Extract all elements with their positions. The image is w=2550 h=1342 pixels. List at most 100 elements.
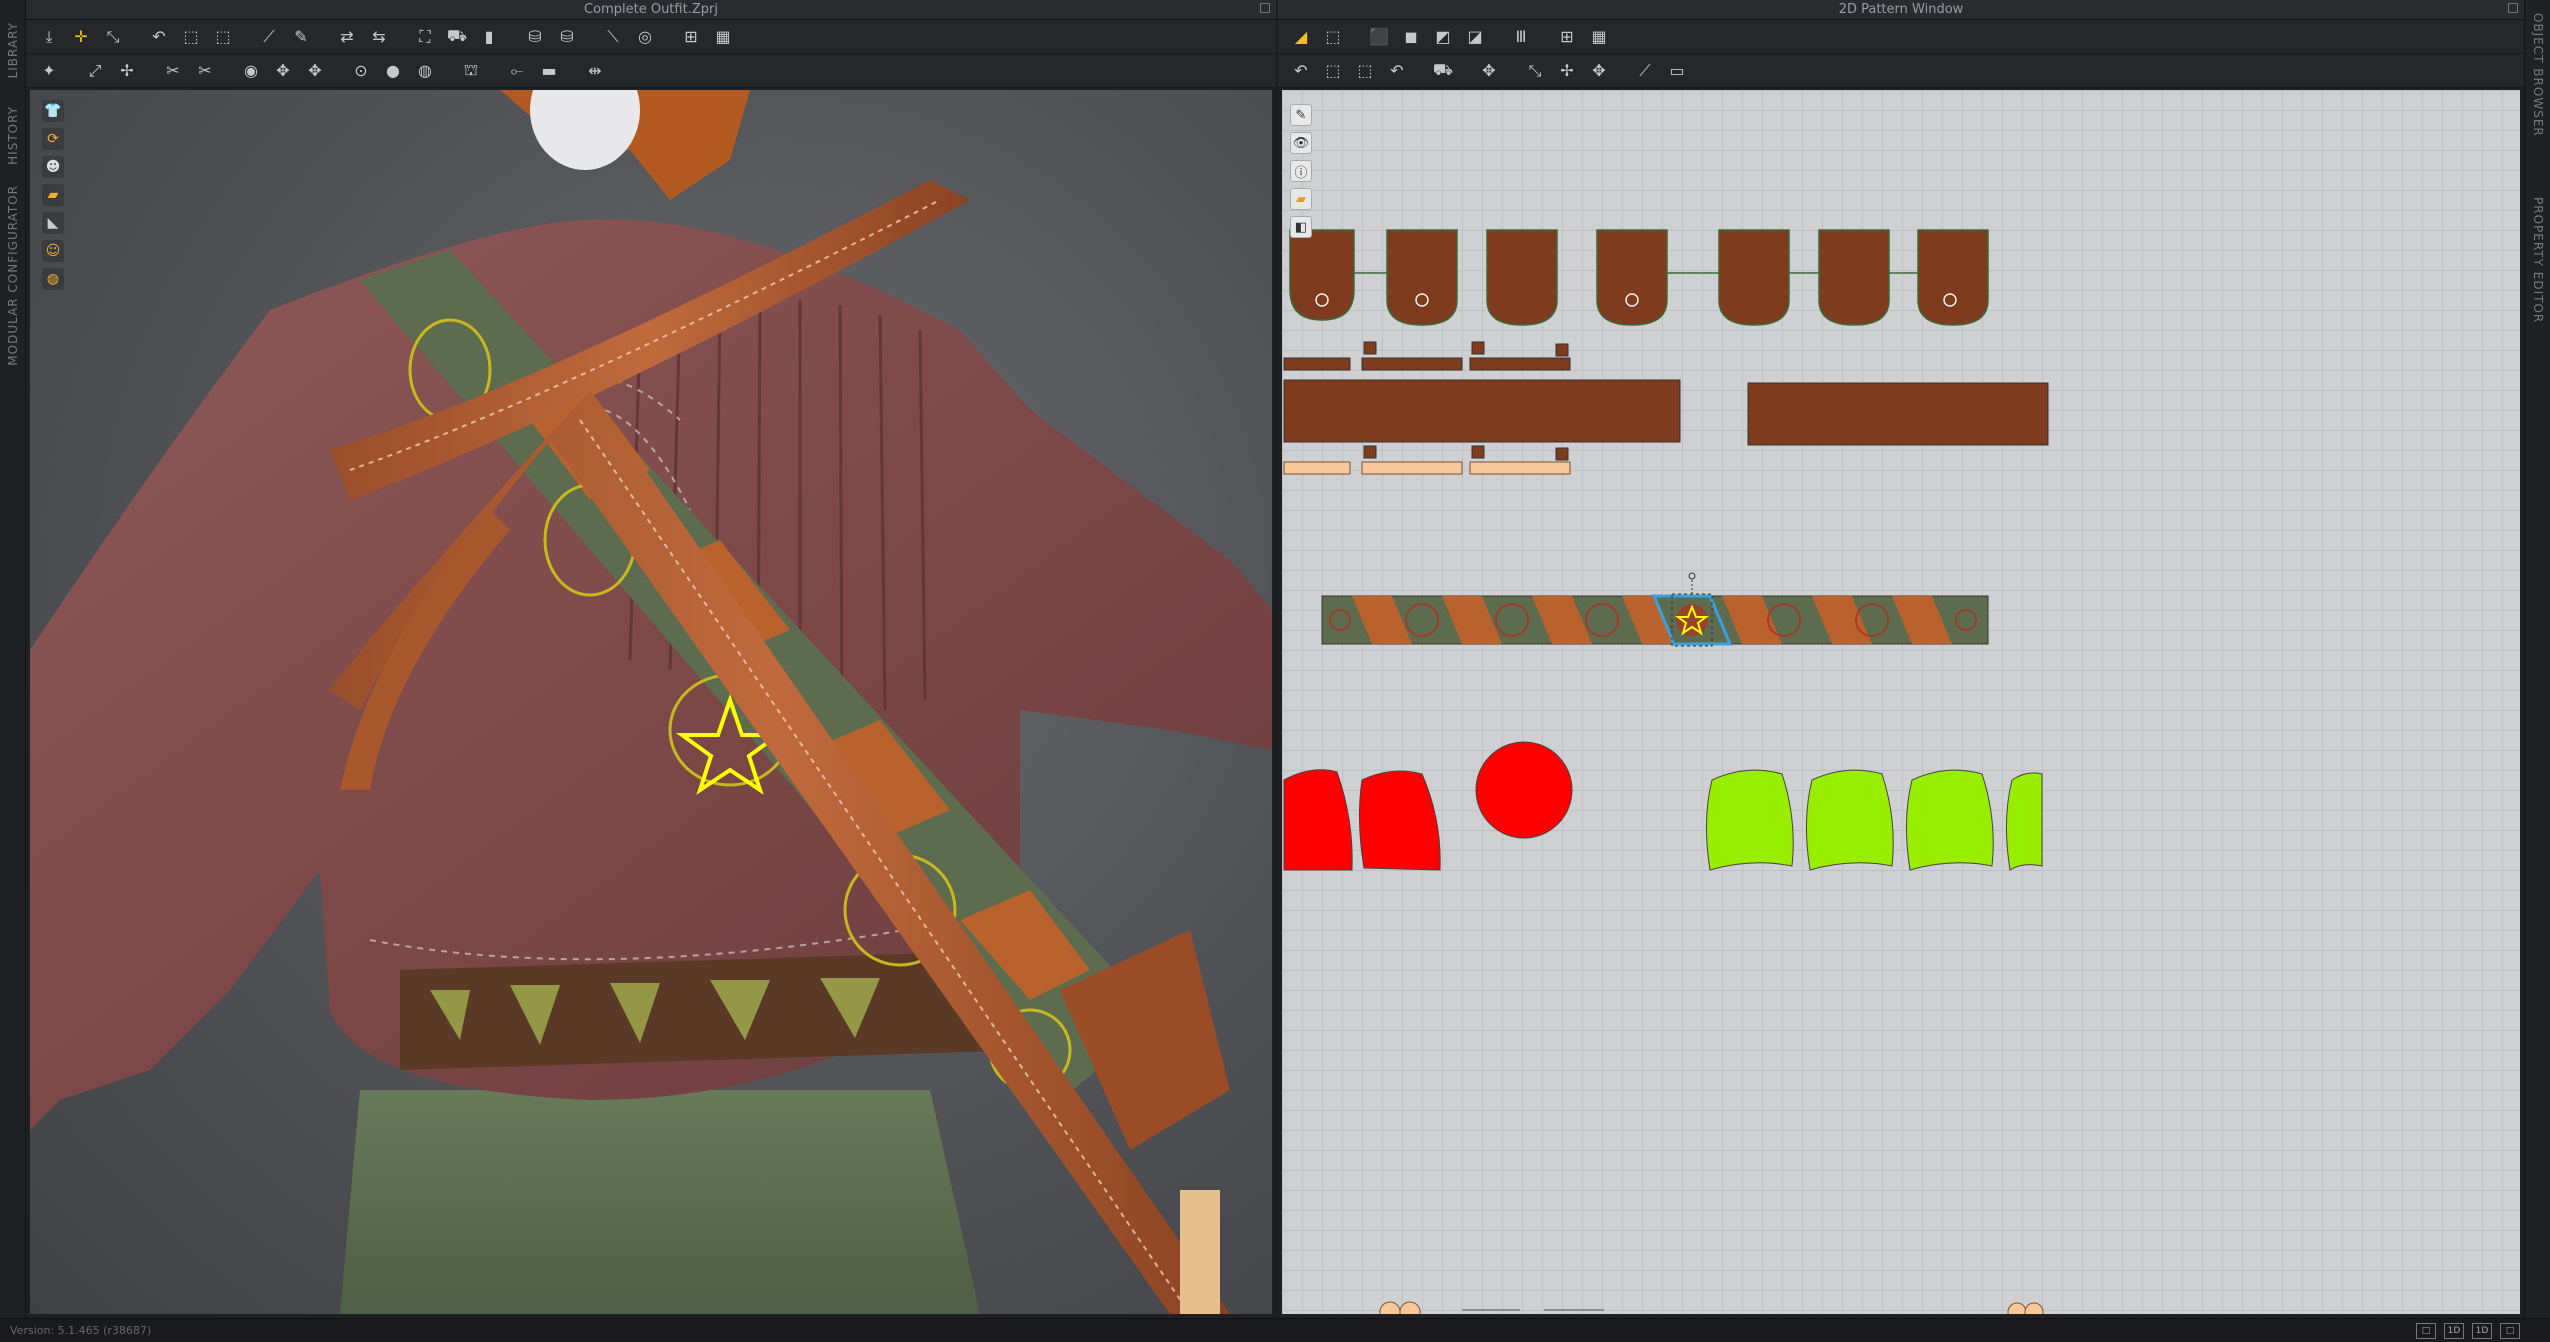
line-icon[interactable]: ⟋ bbox=[1632, 58, 1658, 84]
segment-sewing-icon[interactable]: ⟋ bbox=[256, 24, 282, 50]
avatar-measure-icon[interactable]: ⛶ bbox=[412, 24, 438, 50]
topstitch-icon[interactable]: ⊙ bbox=[348, 58, 374, 84]
select-mesh-icon[interactable]: ⤡ bbox=[100, 24, 126, 50]
avatar-icon[interactable]: ☻ bbox=[42, 156, 64, 178]
buttonhole-icon[interactable]: ✢ bbox=[1554, 58, 1580, 84]
maximize-icon[interactable] bbox=[1260, 3, 1270, 13]
skin-icon[interactable]: ☺ bbox=[42, 240, 64, 262]
window-layout-icon[interactable]: □ bbox=[2416, 1323, 2436, 1339]
2d-window-titlebar: 2D Pattern Window bbox=[1278, 0, 2524, 20]
toolbar-separator bbox=[664, 24, 672, 50]
pattern-pieces bbox=[1283, 229, 2049, 1314]
swatch-icon[interactable]: ▰ bbox=[1290, 188, 1312, 210]
eye-icon[interactable]: 👁 bbox=[1290, 132, 1312, 154]
edit-pattern-icon[interactable]: ⬚ bbox=[178, 24, 204, 50]
toolbar-separator bbox=[1462, 58, 1470, 84]
measure-icon[interactable]: ▭ bbox=[1664, 58, 1690, 84]
avatar-pose-icon[interactable]: ✦ bbox=[36, 58, 62, 84]
trim-alt-icon[interactable]: ✢ bbox=[114, 58, 140, 84]
3d-viewport[interactable]: 👕 ⟳ ☻ ▰ ◣ ☺ ◍ bbox=[30, 90, 1272, 1314]
toolbar-separator bbox=[1494, 24, 1502, 50]
toolbar-separator bbox=[1540, 24, 1548, 50]
free-sewing-icon[interactable]: ✎ bbox=[288, 24, 314, 50]
3d-toolbar-row-1: ⤓ ✛ ⤡ ↶ ⬚ ⬚ ⟋ ✎ ⇄ ⇆ ⛶ ⛟ ▮ ⛁ ⛁ ⟍ ◎ ⊞ ▦ bbox=[26, 20, 1276, 54]
tab-modular-configurator[interactable]: MODULAR CONFIGURATOR bbox=[0, 185, 26, 366]
toolbar-separator bbox=[568, 58, 576, 84]
edit-point-icon[interactable]: ⬚ bbox=[1320, 24, 1346, 50]
gauge-icon[interactable]: ▮ bbox=[476, 24, 502, 50]
garment-fit-icon[interactable]: ⛟ bbox=[444, 24, 470, 50]
fold-arrangement-icon[interactable]: ↶ bbox=[146, 24, 172, 50]
texture-icon[interactable]: ⛟ bbox=[1430, 58, 1456, 84]
polygon-icon[interactable]: ⬛ bbox=[1366, 24, 1392, 50]
window-split-icon[interactable]: □ bbox=[2500, 1323, 2520, 1339]
tab-history-label: HISTORY bbox=[6, 105, 20, 165]
layer-icon[interactable]: ◧ bbox=[1290, 216, 1312, 238]
info-icon[interactable]: ⓘ bbox=[1290, 160, 1312, 182]
elastic-icon[interactable]: ◍ bbox=[412, 58, 438, 84]
2d-toolbar-row-2: ↶ ⬚ ⬚ ↶ ⛟ ✥ ⤡ ✢ ✥ ⟋ ▭ bbox=[1278, 54, 2524, 88]
zipper-icon[interactable]: ✥ bbox=[302, 58, 328, 84]
shading-icon[interactable]: ◣ bbox=[42, 212, 64, 234]
view-1d-icon[interactable]: 1D bbox=[2444, 1323, 2464, 1339]
tab-history[interactable]: HISTORY bbox=[0, 100, 26, 170]
tab-object-browser[interactable]: OBJECT BROWSER bbox=[2525, 13, 2550, 137]
texture-icon[interactable]: ⛁ bbox=[522, 24, 548, 50]
tab-library-label: LIBRARY bbox=[6, 21, 20, 79]
2d-pattern-canvas[interactable]: ✎ 👁 ⓘ ▰ ◧ bbox=[1282, 90, 2520, 1314]
tab-library[interactable]: LIBRARY bbox=[0, 20, 26, 80]
button-icon[interactable]: ⤡ bbox=[1522, 58, 1548, 84]
measure-icon[interactable]: ⟜ bbox=[504, 58, 530, 84]
sewing-icon[interactable]: ↶ bbox=[1288, 58, 1314, 84]
trim-icon[interactable]: ⤢ bbox=[82, 58, 108, 84]
tab-property-editor[interactable]: PROPERTY EDITOR bbox=[2525, 197, 2550, 323]
3d-window-title: Complete Outfit.Zprj bbox=[584, 2, 718, 17]
grid-alt-icon[interactable]: ▦ bbox=[710, 24, 736, 50]
dart-icon[interactable]: Ⅲ bbox=[1508, 24, 1534, 50]
grid-icon[interactable]: ⊞ bbox=[678, 24, 704, 50]
ruler-icon[interactable]: ▬ bbox=[536, 58, 562, 84]
texture-swatch-icon[interactable]: ▰ bbox=[42, 184, 64, 206]
3d-garment-render bbox=[30, 90, 1272, 1314]
select-move-icon[interactable]: ✛ bbox=[68, 24, 94, 50]
toolbar-separator bbox=[132, 24, 140, 50]
buttonhole-icon[interactable]: ✥ bbox=[270, 58, 296, 84]
stack-icon[interactable]: ⛁ bbox=[554, 24, 580, 50]
transform-icon[interactable]: ⇹ bbox=[582, 58, 608, 84]
button-icon[interactable]: ◉ bbox=[238, 58, 264, 84]
brush-icon[interactable]: ⟍ bbox=[600, 24, 626, 50]
view-1d-alt-icon[interactable]: 1D bbox=[2472, 1323, 2492, 1339]
toolbar-separator bbox=[242, 24, 250, 50]
tack-icon[interactable]: ↶ bbox=[1384, 58, 1410, 84]
cut-alt-icon[interactable]: ✂ bbox=[192, 58, 218, 84]
tack-icon[interactable]: ⇄ bbox=[334, 24, 360, 50]
grid-alt-icon[interactable]: ▦ bbox=[1586, 24, 1612, 50]
tape-icon[interactable]: ⛫ bbox=[458, 58, 484, 84]
3d-window-titlebar: Complete Outfit.Zprj bbox=[26, 0, 1276, 20]
grid-icon[interactable]: ⊞ bbox=[1554, 24, 1580, 50]
transform-pattern-icon[interactable]: ◢ bbox=[1288, 24, 1314, 50]
puckering-icon[interactable]: ● bbox=[380, 58, 406, 84]
toolbar-separator bbox=[1508, 58, 1516, 84]
right-side-tabs: OBJECT BROWSER PROPERTY EDITOR bbox=[2524, 0, 2550, 1318]
toolbar-separator bbox=[586, 24, 594, 50]
shirt-icon[interactable]: 👕 bbox=[42, 100, 64, 122]
pin-icon[interactable]: ⇆ bbox=[366, 24, 392, 50]
toolbar-separator bbox=[68, 58, 76, 84]
check-sewing-icon[interactable]: ⬚ bbox=[1352, 58, 1378, 84]
maximize-icon[interactable] bbox=[2508, 3, 2518, 13]
lasso-icon[interactable]: ◎ bbox=[632, 24, 658, 50]
2d-window-title: 2D Pattern Window bbox=[1838, 2, 1964, 17]
rotate-icon[interactable]: ⟳ bbox=[42, 128, 64, 150]
cut-icon[interactable]: ✂ bbox=[160, 58, 186, 84]
free-sewing-icon[interactable]: ⬚ bbox=[1320, 58, 1346, 84]
simulate-icon[interactable]: ⤓ bbox=[36, 24, 62, 50]
edit-curvature-icon[interactable]: ⬚ bbox=[210, 24, 236, 50]
pen-icon[interactable]: ✎ bbox=[1290, 104, 1312, 126]
rectangle-icon[interactable]: ◼ bbox=[1398, 24, 1424, 50]
internal-line-icon[interactable]: ◪ bbox=[1462, 24, 1488, 50]
graphic-icon[interactable]: ✥ bbox=[1476, 58, 1502, 84]
zipper-icon[interactable]: ✥ bbox=[1586, 58, 1612, 84]
globe-icon[interactable]: ◍ bbox=[42, 268, 64, 290]
internal-polygon-icon[interactable]: ◩ bbox=[1430, 24, 1456, 50]
